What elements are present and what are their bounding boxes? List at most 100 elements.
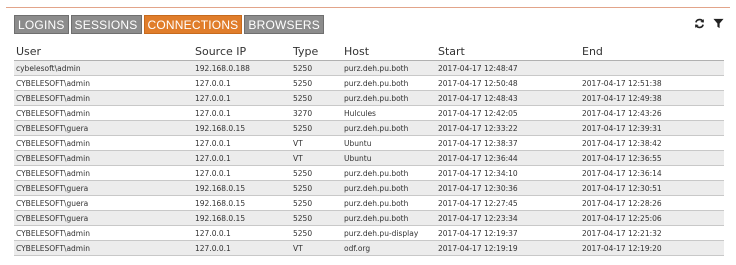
table-row[interactable]: CYBELESOFT\admin 127.0.0.1 3270 Hulcules 201… [14,105,724,121]
column-header-host[interactable]: Host [342,42,436,61]
table-row[interactable]: CYBELESOFT\guera 192.168.0.15 5250 purz.deh… [14,195,724,211]
cell-user: CYBELESOFT\admin [14,135,193,151]
table-row[interactable]: CYBELESOFT\admin 127.0.0.1 5250 purz.deh.pu… [14,165,724,181]
cell-host: purz.deh.pu-display [342,225,436,241]
cell-start: 2017-04-17 12:27:45 [436,195,580,211]
tab-bar: LOGINS SESSIONS CONNECTIONS BROWSERS [14,15,324,34]
column-header-user[interactable]: User [14,42,193,61]
cell-end: 2017-04-17 12:30:51 [580,180,724,196]
cell-type: VT [291,240,342,256]
tab-logins[interactable]: LOGINS [14,15,69,34]
cell-type: VT [291,135,342,151]
cell-host: purz.deh.pu.both [342,180,436,196]
cell-type: 3270 [291,105,342,121]
cell-user: CYBELESOFT\guera [14,180,193,196]
column-header-start[interactable]: Start [436,42,580,61]
cell-type: 5250 [291,75,342,91]
cell-start: 2017-04-17 12:38:37 [436,135,580,151]
cell-type: 5250 [291,90,342,106]
column-header-type[interactable]: Type [291,42,342,61]
cell-source-ip: 127.0.0.1 [193,165,291,181]
cell-user: CYBELESOFT\admin [14,90,193,106]
filter-icon[interactable] [713,17,724,30]
cell-source-ip: 192.168.0.15 [193,210,291,226]
tab-browsers[interactable]: BROWSERS [244,15,324,34]
cell-start: 2017-04-17 12:50:48 [436,75,580,91]
table-row[interactable]: CYBELESOFT\guera 192.168.0.15 5250 purz.deh… [14,180,724,196]
cell-end: 2017-04-17 12:36:14 [580,165,724,181]
cell-start: 2017-04-17 12:19:37 [436,225,580,241]
cell-start: 2017-04-17 12:48:47 [436,60,580,76]
table-body: cybelesoft\admin 192.168.0.188 5250 purz.de… [14,60,724,256]
column-header-end[interactable]: End [580,42,724,61]
cell-user: cybelesoft\admin [14,60,193,76]
cell-host: purz.deh.pu.both [342,75,436,91]
cell-user: CYBELESOFT\admin [14,75,193,91]
cell-source-ip: 127.0.0.1 [193,90,291,106]
table-row[interactable]: CYBELESOFT\admin 127.0.0.1 5250 purz.deh.pu… [14,90,724,106]
cell-end [580,60,724,76]
panel-top-border [6,7,730,8]
toolbar [694,17,724,30]
cell-source-ip: 127.0.0.1 [193,150,291,166]
cell-start: 2017-04-17 12:36:44 [436,150,580,166]
table-row[interactable]: CYBELESOFT\admin 127.0.0.1 5250 purz.deh.pu… [14,75,724,91]
cell-source-ip: 192.168.0.15 [193,120,291,136]
tab-sessions[interactable]: SESSIONS [70,15,142,34]
cell-user: CYBELESOFT\admin [14,150,193,166]
cell-type: 5250 [291,165,342,181]
column-header-source-ip[interactable]: Source IP [193,42,291,61]
cell-source-ip: 127.0.0.1 [193,240,291,256]
table-header-row: User Source IP Type Host Start End [14,42,724,61]
cell-source-ip: 127.0.0.1 [193,135,291,151]
cell-host: purz.deh.pu.both [342,165,436,181]
cell-start: 2017-04-17 12:19:19 [436,240,580,256]
cell-user: CYBELESOFT\admin [14,240,193,256]
cell-host: Ubuntu [342,135,436,151]
cell-source-ip: 127.0.0.1 [193,225,291,241]
cell-end: 2017-04-17 12:38:42 [580,135,724,151]
cell-start: 2017-04-17 12:34:10 [436,165,580,181]
cell-start: 2017-04-17 12:48:43 [436,90,580,106]
cell-source-ip: 192.168.0.188 [193,60,291,76]
cell-source-ip: 192.168.0.15 [193,180,291,196]
cell-user: CYBELESOFT\admin [14,165,193,181]
cell-end: 2017-04-17 12:36:55 [580,150,724,166]
table-row[interactable]: CYBELESOFT\admin 127.0.0.1 VT odf.org 2017-0… [14,240,724,256]
cell-host: odf.org [342,240,436,256]
table-row[interactable]: cybelesoft\admin 192.168.0.188 5250 purz.de… [14,60,724,76]
table-row[interactable]: CYBELESOFT\guera 192.168.0.15 5250 purz.deh… [14,120,724,136]
cell-end: 2017-04-17 12:43:26 [580,105,724,121]
cell-start: 2017-04-17 12:30:36 [436,180,580,196]
cell-end: 2017-04-17 12:39:31 [580,120,724,136]
cell-host: Ubuntu [342,150,436,166]
cell-host: Hulcules [342,105,436,121]
table-row[interactable]: CYBELESOFT\admin 127.0.0.1 VT Ubuntu 2017-04… [14,135,724,151]
cell-end: 2017-04-17 12:19:20 [580,240,724,256]
cell-host: purz.deh.pu.both [342,120,436,136]
cell-end: 2017-04-17 12:28:26 [580,195,724,211]
table-row[interactable]: CYBELESOFT\admin 127.0.0.1 5250 purz.deh.pu… [14,225,724,241]
cell-type: 5250 [291,195,342,211]
connections-table: User Source IP Type Host Start End cybel… [14,42,724,256]
cell-host: purz.deh.pu.both [342,195,436,211]
cell-end: 2017-04-17 12:21:32 [580,225,724,241]
cell-start: 2017-04-17 12:42:05 [436,105,580,121]
cell-user: CYBELESOFT\guera [14,210,193,226]
table-row[interactable]: CYBELESOFT\guera 192.168.0.15 5250 purz.deh… [14,210,724,226]
cell-source-ip: 127.0.0.1 [193,105,291,121]
cell-host: purz.deh.pu.both [342,60,436,76]
cell-type: 5250 [291,60,342,76]
refresh-icon[interactable] [694,17,705,30]
cell-start: 2017-04-17 12:33:22 [436,120,580,136]
cell-source-ip: 192.168.0.15 [193,195,291,211]
cell-end: 2017-04-17 12:25:06 [580,210,724,226]
cell-source-ip: 127.0.0.1 [193,75,291,91]
cell-user: CYBELESOFT\guera [14,120,193,136]
cell-host: purz.deh.pu.both [342,210,436,226]
cell-type: 5250 [291,180,342,196]
tab-connections[interactable]: CONNECTIONS [143,15,243,34]
table-row[interactable]: CYBELESOFT\admin 127.0.0.1 VT Ubuntu 2017-04… [14,150,724,166]
cell-end: 2017-04-17 12:49:38 [580,90,724,106]
cell-start: 2017-04-17 12:23:34 [436,210,580,226]
